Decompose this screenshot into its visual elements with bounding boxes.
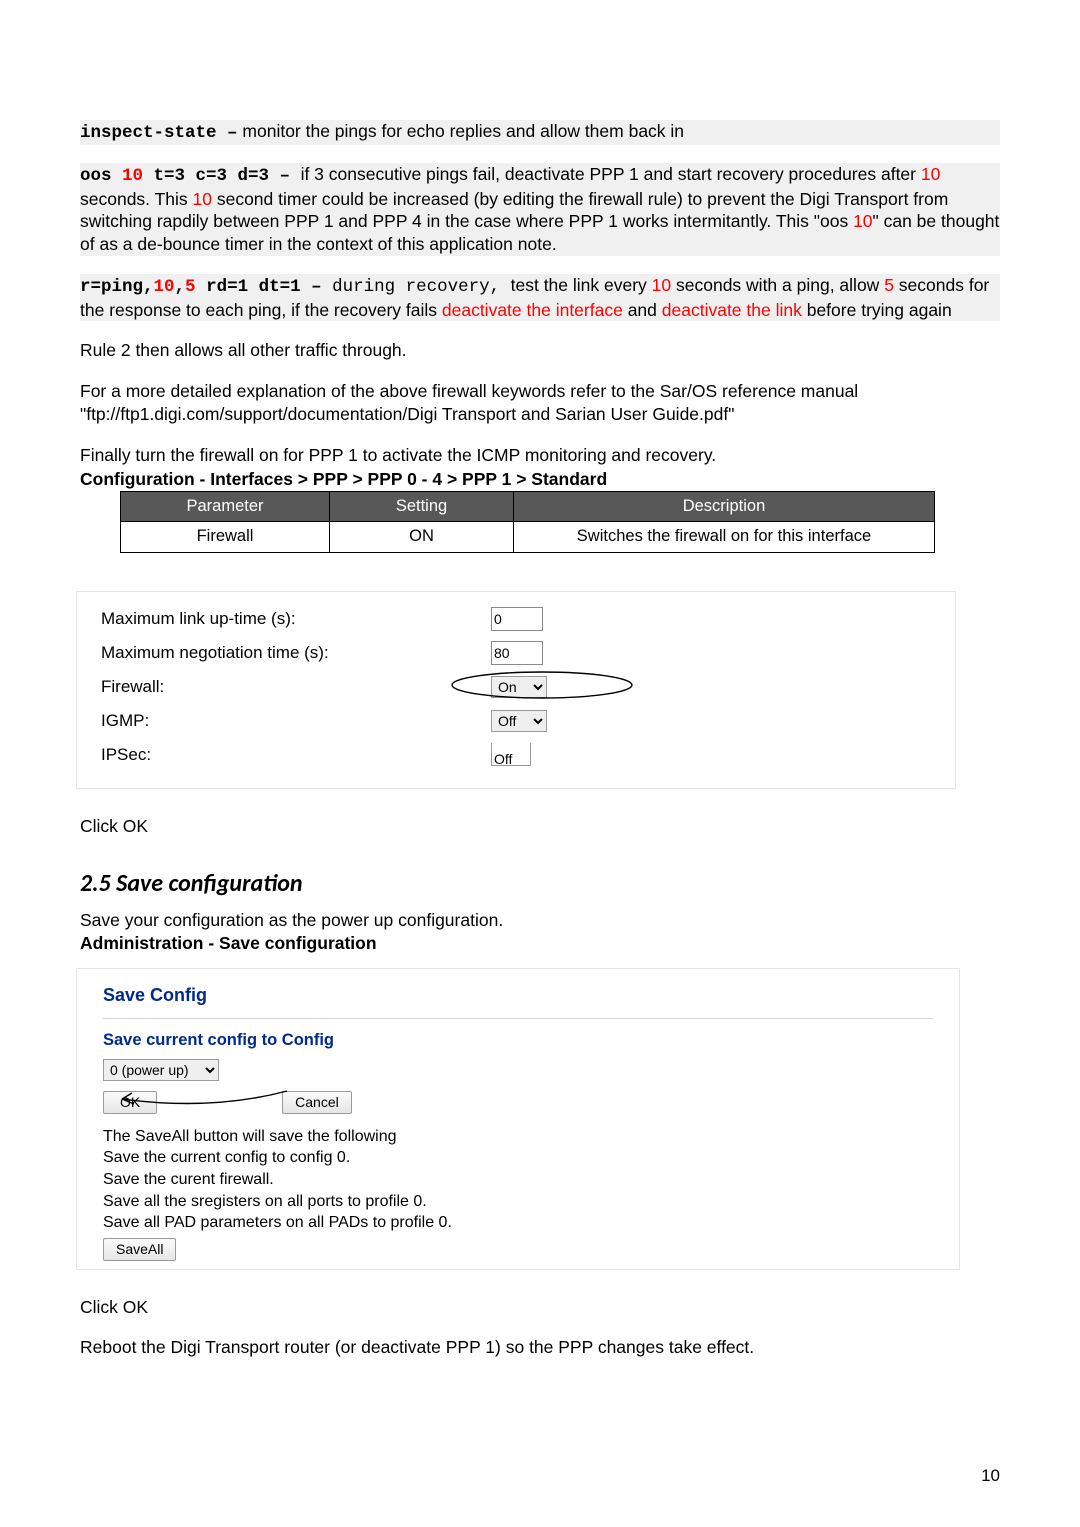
td-description: Switches the firewall on for this interf… (514, 522, 935, 552)
click-ok-1: Click OK (80, 815, 1000, 838)
breadcrumb: Configuration - Interfaces > PPP > PPP 0… (80, 468, 1000, 491)
inspect-state-desc: monitor the pings for echo replies and a… (242, 121, 684, 141)
code-rping-4: during recovery, (332, 277, 511, 297)
saveall-desc-2: Save the current config to config 0. (103, 1147, 933, 1169)
code-rping-3: rd=1 dt=1 – (196, 277, 333, 297)
oos-v3: 10 (193, 189, 212, 209)
rping-text-1: test the link every (511, 275, 652, 295)
label-ipsec: IPSec: (101, 738, 491, 772)
code-oos-1: oos (80, 166, 122, 186)
admin-path: Administration - Save configuration (80, 932, 1000, 955)
rule2-text: Rule 2 then allows all other traffic thr… (80, 339, 1000, 362)
th-description: Description (514, 492, 935, 522)
rping-text-4: and (623, 300, 662, 320)
label-firewall: Firewall: (101, 670, 491, 704)
save-config-title: Save Config (103, 983, 933, 1007)
page-number: 10 (981, 1465, 1000, 1487)
rping-text-5: before trying again (802, 300, 952, 320)
oos-v2: 10 (921, 164, 940, 184)
save-intro: Save your configuration as the power up … (80, 909, 1000, 932)
input-max-link-uptime[interactable] (491, 607, 543, 631)
save-config-subtitle: Save current config to Config (103, 1029, 933, 1051)
oos-text-1: if 3 consecutive pings fail, deactivate … (301, 164, 921, 184)
td-parameter: Firewall (121, 522, 330, 552)
divider (103, 1018, 933, 1019)
rping-d2: deactivate the link (662, 300, 802, 320)
reboot-text: Reboot the Digi Transport router (or dea… (80, 1336, 1000, 1359)
param-table: Parameter Setting Description Firewall O… (120, 491, 935, 553)
ok-button[interactable]: OK (103, 1091, 157, 1114)
select-save-config[interactable]: 0 (power up) (103, 1059, 219, 1081)
saveall-desc-5: Save all PAD parameters on all PADs to p… (103, 1212, 933, 1234)
click-ok-2: Click OK (80, 1296, 1000, 1319)
saveall-desc-3: Save the curent firewall. (103, 1169, 933, 1191)
code-inspect-state: inspect-state – (80, 123, 238, 143)
heading-2-5: 2.5 Save configuration (80, 868, 1000, 899)
label-max-negotiation: Maximum negotiation time (s): (101, 636, 491, 670)
rping-text-2: seconds with a ping, allow (671, 275, 884, 295)
settings-panel: Maximum link up-time (s): Maximum negoti… (76, 591, 956, 789)
td-setting: ON (330, 522, 514, 552)
rping-d1: deactivate the interface (442, 300, 623, 320)
select-igmp[interactable]: Off (491, 710, 547, 732)
code-rping-v1: 10 (154, 277, 175, 297)
th-setting: Setting (330, 492, 514, 522)
saveall-button[interactable]: SaveAll (103, 1238, 176, 1261)
cancel-button[interactable]: Cancel (282, 1091, 352, 1114)
save-config-panel: Save Config Save current config to Confi… (76, 968, 960, 1269)
detailed-ref: For a more detailed explanation of the a… (80, 380, 1000, 426)
input-max-negotiation[interactable] (491, 641, 543, 665)
saveall-desc-4: Save all the sregisters on all ports to … (103, 1191, 933, 1213)
code-rping-1: r=ping, (80, 277, 154, 297)
inspect-state-block: inspect-state – monitor the pings for ec… (80, 120, 1000, 145)
label-max-link-uptime: Maximum link up-time (s): (101, 602, 491, 636)
code-rping-2: , (175, 277, 186, 297)
oos-block: oos 10 t=3 c=3 d=3 – if 3 consecutive pi… (80, 163, 1000, 256)
saveall-desc-1: The SaveAll button will save the followi… (103, 1126, 933, 1148)
oos-text-2: seconds. This (80, 189, 193, 209)
finally-text: Finally turn the firewall on for PPP 1 t… (80, 444, 1000, 467)
select-firewall[interactable]: On (491, 676, 547, 698)
rping-v3: 10 (652, 275, 671, 295)
oos-v4: 10 (853, 211, 872, 231)
rping-v4: 5 (884, 275, 894, 295)
code-rping-v2: 5 (185, 277, 196, 297)
code-oos-v1: 10 (122, 166, 143, 186)
code-oos-2: t=3 c=3 d=3 – (143, 166, 301, 186)
th-parameter: Parameter (121, 492, 330, 522)
value-ipsec: Off (491, 743, 531, 766)
rping-block: r=ping,10,5 rd=1 dt=1 – during recovery,… (80, 274, 1000, 322)
label-igmp: IGMP: (101, 704, 491, 738)
